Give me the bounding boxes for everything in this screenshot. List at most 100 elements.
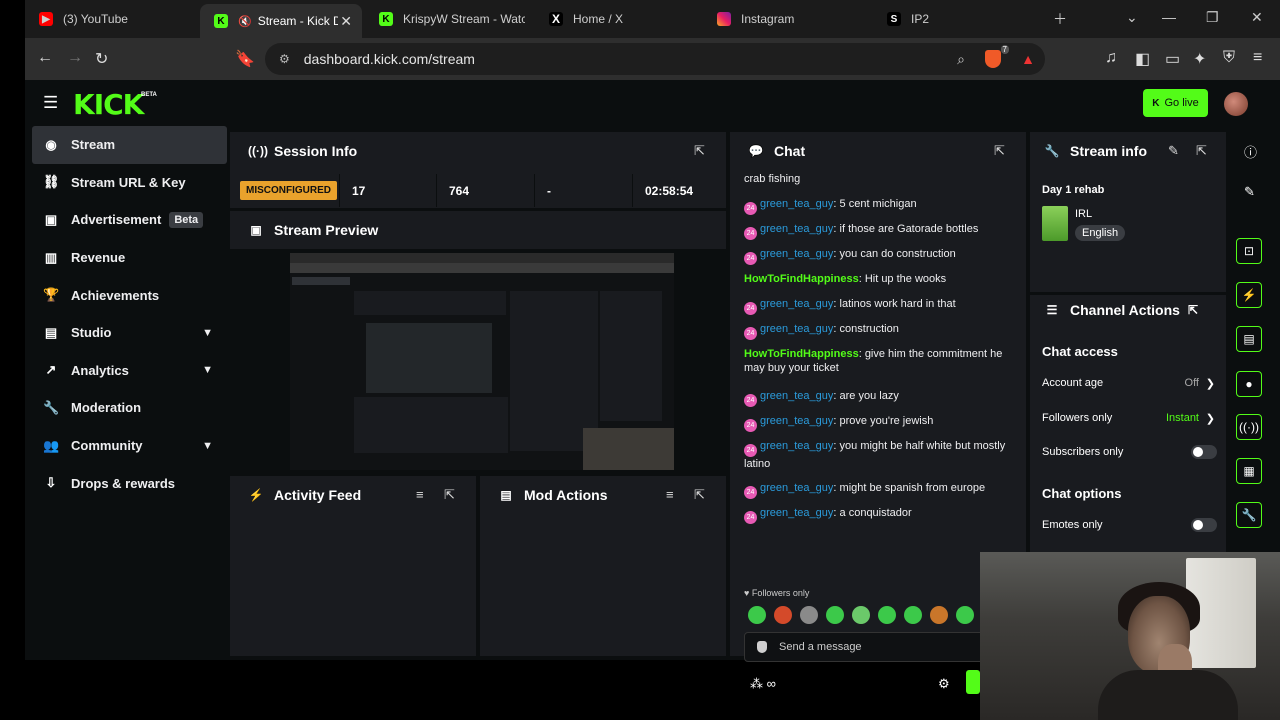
emote-icon[interactable] [956,606,974,624]
popout-icon[interactable]: ⇱ [694,487,705,503]
followers-stat: 764 [436,174,534,207]
reload-icon[interactable]: ↻ [95,49,108,69]
popout-icon[interactable]: ⇱ [994,143,1005,159]
sidebar-item-studio[interactable]: ▤ Studio ▼ [25,314,225,352]
badge-icon: 24 [744,327,757,340]
info-icon[interactable]: ⓘ [1244,142,1257,161]
kick-logo[interactable]: KICK [73,88,144,121]
emote-icon[interactable] [878,606,896,624]
emote-icon[interactable] [774,606,792,624]
mute-icon[interactable]: 🔇 [238,15,252,28]
sidebar-item-stream-url-key[interactable]: ⛓ Stream URL & Key [25,164,225,202]
send-message-input[interactable]: Send a message [744,632,984,662]
chat-username[interactable]: green_tea_guy [760,482,833,494]
tab-ip2[interactable]: S IP2 [873,5,1043,33]
leo-ai-icon[interactable]: ✦ [1193,49,1206,69]
chat-toggle-button[interactable]: ● [1236,371,1262,397]
preview-webcam [583,428,674,470]
tab-instagram[interactable]: Instagram [703,5,873,33]
chat-message: 24 green_tea_guy: 5 cent michigan [744,197,1012,215]
tab-krispyw[interactable]: K KrispyW Stream - Watch [365,5,535,33]
site-settings-icon[interactable]: ⚙ [279,52,290,66]
emote-icon[interactable] [826,606,844,624]
popout-icon[interactable]: ⇱ [1188,303,1198,317]
popout-icon[interactable]: ⇱ [694,143,705,159]
menu-icon[interactable]: ≡ [1253,49,1262,67]
notes-icon: ▤ [1243,332,1255,346]
chat-username[interactable]: green_tea_guy [760,507,833,519]
chat-username[interactable]: green_tea_guy [760,323,833,335]
chat-settings-icon[interactable]: ⚙ [938,676,950,692]
filter-icon[interactable]: ≡ [666,487,674,502]
tools-button[interactable]: 🔧 [1236,502,1262,528]
maximize-icon[interactable]: ❐ [1206,9,1219,26]
minimize-icon[interactable]: — [1162,9,1176,25]
sidebar-toggle-icon[interactable]: ◧ [1135,49,1150,69]
address-bar[interactable]: ⚙ dashboard.kick.com/stream ⌕ 7 ▲ [265,43,1045,75]
brave-rewards-icon[interactable]: ▲ [1021,51,1035,67]
vpn-icon[interactable]: ⛨ [1223,49,1235,67]
zoom-icon[interactable]: ⌕ [957,51,965,68]
send-button[interactable] [966,670,980,694]
emotes-only-toggle[interactable] [1191,518,1217,532]
chat-username[interactable]: green_tea_guy [760,248,833,260]
forward-icon[interactable]: → [67,49,83,67]
chat-access-heading: Chat access [1042,344,1118,359]
monitor-icon: ▣ [250,223,262,237]
badge-icon: 24 [744,444,757,457]
sidebar-item-analytics[interactable]: ↗ Analytics ▼ [25,352,225,390]
emote-icon[interactable] [904,606,922,624]
subscribers-only-toggle[interactable] [1191,445,1217,459]
brave-shield-icon[interactable] [985,50,1001,68]
hamburger-menu-icon[interactable]: ☰ [43,93,58,113]
wallet-icon[interactable]: ▭ [1165,49,1180,69]
raid-button[interactable]: ⚡ [1236,282,1262,308]
sidebar-item-achievements[interactable]: 🏆 Achievements [25,276,225,314]
sidebar-item-advertisement[interactable]: ▣ Advertisement Beta [25,201,225,239]
chat-text: you can do construction [839,248,956,260]
chat-username[interactable]: green_tea_guy [760,198,833,210]
account-age-row[interactable]: Account age Off ❯ [1042,377,1217,390]
user-avatar[interactable] [1224,92,1248,116]
filter-icon[interactable]: ≡ [416,487,424,502]
close-window-icon[interactable]: ✕ [1251,9,1263,26]
chat-username[interactable]: green_tea_guy [760,298,833,310]
sidebar-item-drops-rewards[interactable]: ⇩ Drops & rewards [25,464,225,502]
new-tab-icon[interactable]: ＋ [1053,9,1067,29]
sidebar-item-revenue[interactable]: ▥ Revenue [25,239,225,277]
chat-username[interactable]: green_tea_guy [760,223,833,235]
back-icon[interactable]: ← [37,49,53,67]
tab-youtube[interactable]: ▶ (3) YouTube [25,5,200,33]
layout-button[interactable]: ▦ [1236,458,1262,484]
followers-only-row[interactable]: Followers only Instant ❯ [1042,412,1217,425]
s-icon: S [887,12,901,26]
emote-icon[interactable] [852,606,870,624]
sidebar-item-moderation[interactable]: 🔧 Moderation [25,389,225,427]
emote-icon[interactable] [800,606,818,624]
popout-icon[interactable]: ⇱ [444,487,455,503]
chat-username[interactable]: green_tea_guy [760,440,833,452]
tab-x[interactable]: X Home / X [535,5,705,33]
stream-preview-video[interactable] [290,253,674,470]
tab-search-icon[interactable]: ⌄ [1126,9,1138,26]
infinity-icon[interactable]: ⁂ ∞ [750,676,776,692]
broadcast-button[interactable]: ((·)) [1236,414,1262,440]
notes-button[interactable]: ▤ [1236,326,1262,352]
sidebar-item-community[interactable]: 👥 Community ▼ [25,427,225,465]
popout-icon[interactable]: ⇱ [1196,143,1207,159]
chat-username[interactable]: HowToFindHappiness [744,273,859,285]
edit-icon[interactable]: ✎ [1168,143,1179,159]
emote-icon[interactable] [930,606,948,624]
chat-username[interactable]: green_tea_guy [760,390,833,402]
tab-kick-dashboard[interactable]: K 🔇 Stream - Kick Dashboard ✕ [200,4,362,38]
media-icon[interactable]: ♫ [1105,49,1117,67]
emote-icon[interactable] [748,606,766,624]
bookmark-icon[interactable]: 🔖 [235,49,255,69]
chat-username[interactable]: green_tea_guy [760,415,833,427]
sidebar-item-stream[interactable]: ◉ Stream [32,126,227,164]
go-live-button[interactable]: K Go live [1143,89,1208,117]
close-tab-icon[interactable]: ✕ [340,13,352,30]
clip-button[interactable]: ⊡ [1236,238,1262,264]
chat-username[interactable]: HowToFindHappiness [744,348,859,360]
pencil-icon[interactable]: ✎ [1244,184,1255,200]
